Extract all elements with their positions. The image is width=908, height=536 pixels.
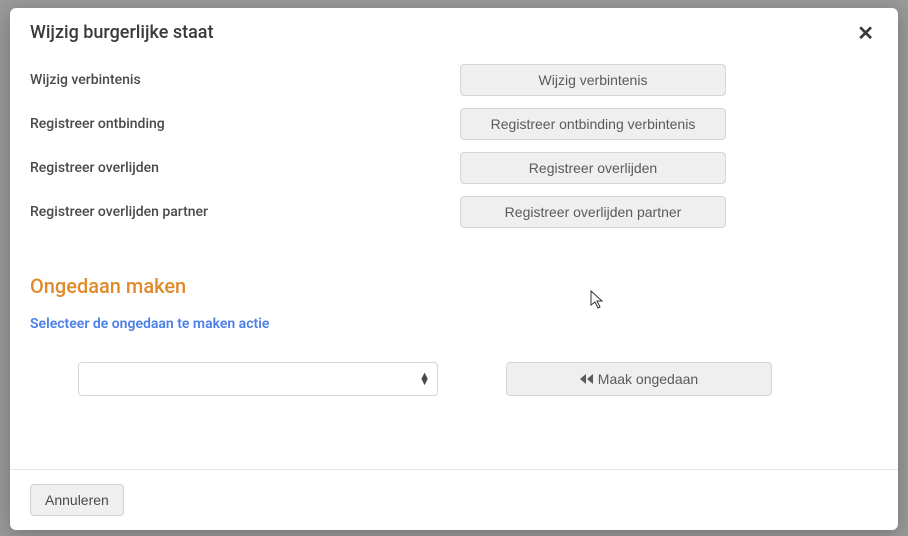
modal-header: Wijzig burgerlijke staat ✕: [10, 8, 898, 56]
close-icon: ✕: [857, 23, 874, 45]
modal-wijzig-burgerlijke-staat: Wijzig burgerlijke staat ✕ Wijzig verbin…: [10, 8, 898, 530]
modal-body: Wijzig verbintenis Wijzig verbintenis Re…: [10, 56, 898, 469]
button-wijzig-verbintenis[interactable]: Wijzig verbintenis: [460, 64, 726, 96]
undo-row: ▲▼ Maak ongedaan: [30, 362, 878, 396]
section-title-ongedaan-maken: Ongedaan maken: [30, 274, 878, 298]
section-subtitle: Selecteer de ongedaan te maken actie: [30, 316, 878, 332]
row-registreer-overlijden: Registreer overlijden Registreer overlij…: [30, 152, 878, 184]
row-registreer-overlijden-partner: Registreer overlijden partner Registreer…: [30, 196, 878, 228]
label-registreer-overlijden-partner: Registreer overlijden partner: [30, 204, 460, 220]
undo-select-wrapper: ▲▼: [78, 362, 438, 396]
undo-button-label: Maak ongedaan: [598, 371, 698, 387]
button-registreer-overlijden-partner[interactable]: Registreer overlijden partner: [460, 196, 726, 228]
close-button[interactable]: ✕: [853, 22, 878, 46]
row-registreer-ontbinding: Registreer ontbinding Registreer ontbind…: [30, 108, 878, 140]
button-registreer-ontbinding[interactable]: Registreer ontbinding verbintenis: [460, 108, 726, 140]
undo-action-select[interactable]: [78, 362, 438, 396]
row-wijzig-verbintenis: Wijzig verbintenis Wijzig verbintenis: [30, 64, 878, 96]
rewind-icon: [580, 373, 594, 385]
label-registreer-ontbinding: Registreer ontbinding: [30, 116, 460, 132]
label-wijzig-verbintenis: Wijzig verbintenis: [30, 72, 460, 88]
button-registreer-overlijden[interactable]: Registreer overlijden: [460, 152, 726, 184]
cancel-button[interactable]: Annuleren: [30, 484, 124, 516]
button-maak-ongedaan[interactable]: Maak ongedaan: [506, 362, 772, 396]
label-registreer-overlijden: Registreer overlijden: [30, 160, 460, 176]
modal-footer: Annuleren: [10, 469, 898, 530]
modal-title: Wijzig burgerlijke staat: [30, 22, 213, 43]
